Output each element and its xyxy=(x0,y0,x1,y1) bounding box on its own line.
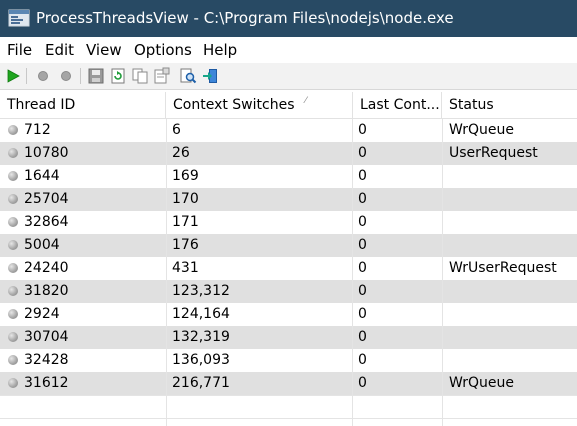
cell-thread-id: 31820 xyxy=(24,283,69,299)
title-bar: ProcessThreadsView - C:\Program Files\no… xyxy=(0,0,577,37)
table-row[interactable]: 25704 170 0 xyxy=(0,188,577,211)
cell-context-switches: 132,319 xyxy=(172,329,230,345)
cell-thread-id: 25704 xyxy=(24,191,69,207)
cell-thread-id: 32864 xyxy=(24,214,69,230)
cell-last-context: 0 xyxy=(358,214,367,230)
dot-icon[interactable] xyxy=(57,67,75,85)
menu-options[interactable]: Options xyxy=(134,37,192,63)
table-row[interactable]: 32428 136,093 0 xyxy=(0,349,577,372)
cell-last-context: 0 xyxy=(358,260,367,276)
column-divider xyxy=(352,119,353,426)
table-row[interactable]: 5004 176 0 xyxy=(0,234,577,257)
cell-thread-id: 712 xyxy=(24,122,51,138)
cell-last-context: 0 xyxy=(358,168,367,184)
cell-context-switches: 123,312 xyxy=(172,283,230,299)
thread-status-icon xyxy=(8,171,18,181)
table-row[interactable]: 712 6 0 WrQueue xyxy=(0,119,577,142)
cell-context-switches: 170 xyxy=(172,191,199,207)
column-last-context[interactable]: Last Cont... xyxy=(353,92,442,118)
cell-context-switches: 169 xyxy=(172,168,199,184)
table-row[interactable]: 1644 169 0 xyxy=(0,165,577,188)
toolbar-separator xyxy=(26,68,27,84)
cell-thread-id: 1644 xyxy=(24,168,60,184)
thread-status-icon xyxy=(8,263,18,273)
cell-thread-id: 32428 xyxy=(24,352,69,368)
cell-last-context: 0 xyxy=(358,237,367,253)
cell-context-switches: 431 xyxy=(172,260,199,276)
cell-context-switches: 176 xyxy=(172,237,199,253)
cell-last-context: 0 xyxy=(358,352,367,368)
column-status[interactable]: Status xyxy=(442,92,577,118)
thread-status-icon xyxy=(8,286,18,296)
app-icon xyxy=(8,9,30,27)
cell-last-context: 0 xyxy=(358,329,367,345)
save-icon[interactable] xyxy=(87,67,105,85)
cell-status: WrQueue xyxy=(449,375,514,391)
menu-file[interactable]: File xyxy=(7,37,32,63)
thread-status-icon xyxy=(8,332,18,342)
cell-thread-id: 10780 xyxy=(24,145,69,161)
thread-table: 712 6 0 WrQueue 10780 26 0 UserRequest 1644 169 0 2… xyxy=(0,119,577,426)
cell-last-context: 0 xyxy=(358,191,367,207)
grid-line xyxy=(0,395,577,396)
cell-last-context: 0 xyxy=(358,283,367,299)
cell-last-context: 0 xyxy=(358,145,367,161)
thread-status-icon xyxy=(8,125,18,135)
cell-thread-id: 2924 xyxy=(24,306,60,322)
cell-status: UserRequest xyxy=(449,145,538,161)
column-context-switches[interactable]: Context Switches xyxy=(166,92,353,118)
window-title: ProcessThreadsView - C:\Program Files\no… xyxy=(36,9,454,27)
cell-thread-id: 24240 xyxy=(24,260,69,276)
thread-status-icon xyxy=(8,194,18,204)
menu-view[interactable]: View xyxy=(86,37,122,63)
column-divider xyxy=(166,119,167,426)
exit-icon[interactable] xyxy=(201,67,219,85)
table-row[interactable]: 32864 171 0 xyxy=(0,211,577,234)
play-icon[interactable] xyxy=(4,67,22,85)
table-row[interactable]: 31612 216,771 0 WrQueue xyxy=(0,372,577,395)
table-row[interactable]: 2924 124,164 0 xyxy=(0,303,577,326)
table-row[interactable]: 31820 123,312 0 xyxy=(0,280,577,303)
toolbar xyxy=(0,63,577,90)
cell-context-switches: 171 xyxy=(172,214,199,230)
menu-bar: File Edit View Options Help xyxy=(0,37,577,63)
column-header: Thread ID Context Switches ⁄ Last Cont..… xyxy=(0,92,577,119)
column-divider xyxy=(442,119,443,426)
thread-status-icon xyxy=(8,217,18,227)
cell-last-context: 0 xyxy=(358,375,367,391)
table-row[interactable]: 10780 26 0 UserRequest xyxy=(0,142,577,165)
search-icon[interactable] xyxy=(179,67,197,85)
dot-icon[interactable] xyxy=(34,67,52,85)
toolbar-separator xyxy=(80,68,81,84)
thread-status-icon xyxy=(8,378,18,388)
column-thread-id[interactable]: Thread ID xyxy=(0,92,166,118)
thread-status-icon xyxy=(8,309,18,319)
cell-thread-id: 31612 xyxy=(24,375,69,391)
refresh-icon[interactable] xyxy=(109,67,127,85)
cell-context-switches: 26 xyxy=(172,145,190,161)
cell-thread-id: 5004 xyxy=(24,237,60,253)
thread-status-icon xyxy=(8,355,18,365)
table-row[interactable]: 24240 431 0 WrUserRequest xyxy=(0,257,577,280)
cell-last-context: 0 xyxy=(358,306,367,322)
cell-context-switches: 216,771 xyxy=(172,375,230,391)
properties-icon[interactable] xyxy=(153,67,171,85)
copy-icon[interactable] xyxy=(131,67,149,85)
cell-status: WrQueue xyxy=(449,122,514,138)
thread-status-icon xyxy=(8,148,18,158)
cell-context-switches: 6 xyxy=(172,122,181,138)
table-row[interactable]: 30704 132,319 0 xyxy=(0,326,577,349)
sort-indicator-icon: ⁄ xyxy=(305,96,307,106)
thread-status-icon xyxy=(8,240,18,250)
cell-thread-id: 30704 xyxy=(24,329,69,345)
cell-context-switches: 124,164 xyxy=(172,306,230,322)
cell-last-context: 0 xyxy=(358,122,367,138)
cell-status: WrUserRequest xyxy=(449,260,557,276)
grid-line xyxy=(0,418,577,419)
menu-help[interactable]: Help xyxy=(203,37,237,63)
menu-edit[interactable]: Edit xyxy=(45,37,74,63)
cell-context-switches: 136,093 xyxy=(172,352,230,368)
